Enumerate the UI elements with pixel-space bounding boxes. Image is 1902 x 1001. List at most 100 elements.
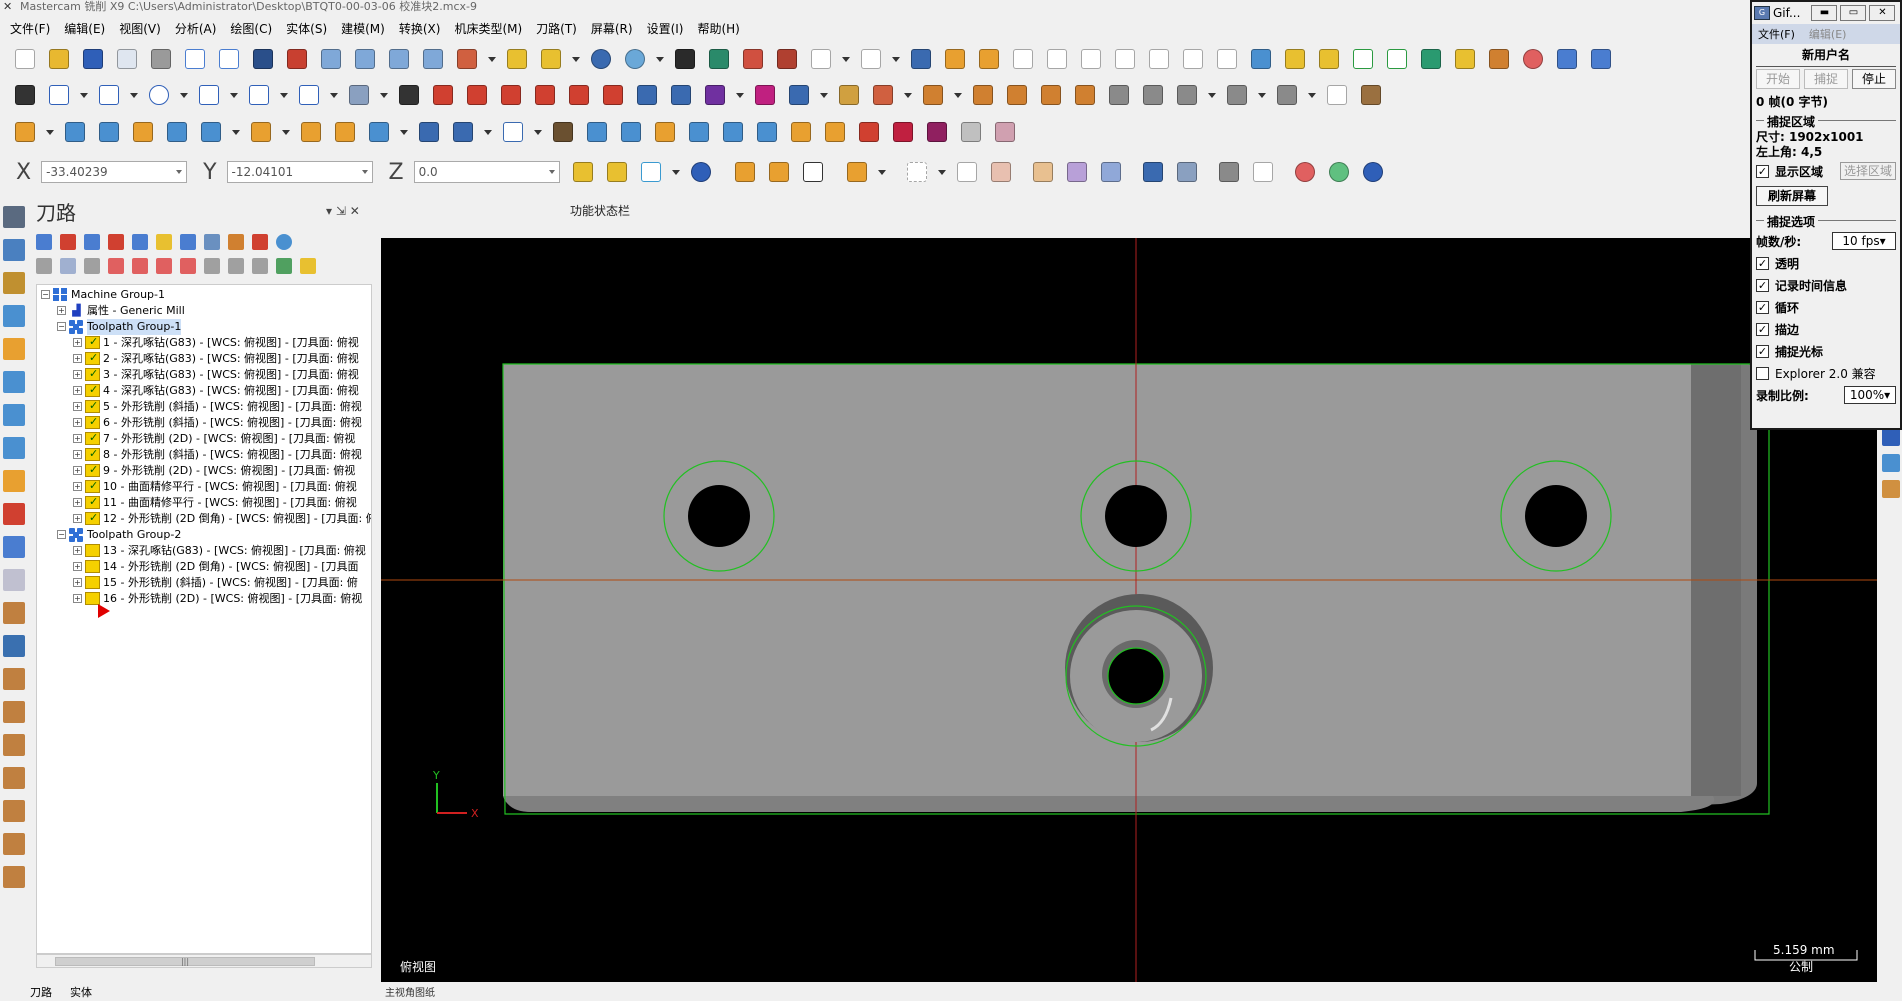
select-all-button[interactable] <box>762 157 796 187</box>
solid-shell-dropdown[interactable] <box>278 117 294 147</box>
solid-sweep-button[interactable] <box>92 117 126 147</box>
fillet-dropdown[interactable] <box>276 80 292 110</box>
regen-dirty-button[interactable] <box>156 234 172 250</box>
extrude-button[interactable] <box>916 80 950 110</box>
tree-operation[interactable]: + ✓ 7 - 外形铣削 (2D) - [WCS: 俯视图] - [刀具面: 俯视 <box>37 431 371 447</box>
contour-button[interactable] <box>3 338 25 360</box>
expand-icon[interactable]: + <box>73 482 82 491</box>
chain-select-button[interactable] <box>392 80 426 110</box>
move-up-button[interactable] <box>132 258 148 274</box>
toolpath-manager-button[interactable] <box>3 206 25 228</box>
draft-button[interactable] <box>832 80 866 110</box>
insert-position-arrow-icon[interactable] <box>98 604 110 618</box>
zoom-window-button[interactable] <box>280 44 314 74</box>
analyze-dist-button[interactable] <box>1074 44 1108 74</box>
refresh-screen-button[interactable]: 刷新屏幕 <box>1756 186 1828 206</box>
mirror-button[interactable] <box>528 80 562 110</box>
view-iso-button[interactable] <box>314 44 348 74</box>
solid-layout-button[interactable] <box>496 117 530 147</box>
point-op-button[interactable] <box>3 470 25 492</box>
close-button[interactable]: ✕ <box>1869 5 1896 21</box>
gif-menu-edit[interactable]: 编辑(E) <box>1809 26 1847 42</box>
tree-operation[interactable]: + ✓ 6 - 外形铣削 (斜插) - [WCS: 俯视图] - [刀具面: 俯视 <box>37 415 371 431</box>
trim-button[interactable] <box>1210 44 1244 74</box>
face-split-button[interactable] <box>750 117 784 147</box>
chain-button[interactable] <box>8 80 42 110</box>
window-select-dropdown[interactable] <box>934 157 950 187</box>
extend-button[interactable] <box>1278 44 1312 74</box>
maximize-button[interactable]: ▭ <box>1840 5 1867 21</box>
shaded-sphere-button[interactable] <box>618 44 652 74</box>
capture-button[interactable]: 捕捉 <box>1804 69 1848 89</box>
face-regen-button[interactable] <box>852 117 886 147</box>
menu-model[interactable]: 建模(M) <box>341 20 385 37</box>
spline-draw-button[interactable] <box>292 80 326 110</box>
stock-button[interactable] <box>1354 80 1388 110</box>
toggle-display-button[interactable] <box>60 258 76 274</box>
surface-finish-button[interactable] <box>3 635 25 657</box>
delete-entity-button[interactable] <box>770 44 804 74</box>
surface-rough-button[interactable] <box>3 602 25 624</box>
expand-icon[interactable]: + <box>73 466 82 475</box>
intersect-button[interactable] <box>866 80 900 110</box>
view-front-button[interactable] <box>382 44 416 74</box>
analyze-button[interactable] <box>1040 44 1074 74</box>
trim-surface-button[interactable] <box>1170 80 1204 110</box>
expand-icon[interactable]: + <box>57 306 66 315</box>
solid-extrude-button[interactable] <box>8 117 42 147</box>
face-pull-button[interactable] <box>886 117 920 147</box>
helix-button[interactable] <box>3 437 25 459</box>
mirror2-button[interactable] <box>630 80 664 110</box>
fast-point-button[interactable] <box>566 157 600 187</box>
scale-select[interactable]: 100%▾ <box>1844 386 1896 404</box>
menu-toolpaths[interactable]: 刀路(T) <box>536 20 577 37</box>
solid-extrude-dropdown[interactable] <box>42 117 58 147</box>
tree-operation[interactable]: + ✓ 11 - 曲面精修平行 - [WCS: 俯视图] - [刀具面: 俯视 <box>37 495 371 511</box>
tree-operation[interactable]: + ✓ 9 - 外形铣削 (2D) - [WCS: 俯视图] - [刀具面: 俯视 <box>37 463 371 479</box>
select-all-ops-button[interactable] <box>36 234 52 250</box>
spline-dropdown[interactable] <box>326 80 342 110</box>
collapse-icon[interactable]: − <box>57 530 66 539</box>
tree-operation[interactable]: + ✓ 1 - 深孔啄钻(G83) - [WCS: 俯视图] - [刀具面: 俯视 <box>37 335 371 351</box>
tree-toolpath-group-1[interactable]: − Toolpath Group-1 <box>37 319 371 335</box>
select-area-button[interactable]: 选择区域 <box>1839 162 1896 180</box>
break-button[interactable] <box>1244 44 1278 74</box>
roll-button[interactable] <box>698 80 732 110</box>
sum-button[interactable] <box>1006 44 1040 74</box>
scrollbar-thumb[interactable]: ||| <box>55 957 315 966</box>
ok-circle-button[interactable] <box>1322 157 1356 187</box>
solid-loft-button[interactable] <box>126 117 160 147</box>
select-failed-button[interactable] <box>84 234 100 250</box>
transparent-checkbox[interactable]: ✓ <box>1756 256 1769 270</box>
expand-icon[interactable]: + <box>73 546 82 555</box>
planes-dropdown[interactable] <box>484 44 500 74</box>
xform-button[interactable] <box>904 44 938 74</box>
tool-manager-button[interactable] <box>3 272 25 294</box>
x-coordinate-field[interactable]: -33.40239 <box>41 161 188 183</box>
menu-screen[interactable]: 屏幕(R) <box>591 20 633 37</box>
window-select-button[interactable] <box>900 157 934 187</box>
array-button[interactable] <box>748 80 782 110</box>
tree-horizontal-scrollbar[interactable]: ||| <box>36 954 372 968</box>
regen-selected-button[interactable] <box>132 234 148 250</box>
menu-view[interactable]: 视图(V) <box>119 20 161 37</box>
pointer-op-button[interactable] <box>3 569 25 591</box>
expand-icon[interactable]: + <box>73 386 82 395</box>
y-coordinate-field[interactable]: -12.04101 <box>226 161 373 183</box>
solid-remove-dropdown[interactable] <box>480 117 496 147</box>
spline-button[interactable] <box>1380 44 1414 74</box>
face-move-button[interactable] <box>614 117 648 147</box>
expand-icon[interactable]: + <box>73 338 82 347</box>
extrude-dropdown[interactable] <box>950 80 966 110</box>
highfeed-button[interactable] <box>252 234 268 250</box>
face-select2-button[interactable] <box>1060 157 1094 187</box>
trim-corner-button[interactable] <box>460 80 494 110</box>
analyze-contour-button[interactable] <box>1142 44 1176 74</box>
roll-dropdown[interactable] <box>732 80 748 110</box>
analyze-angle-button[interactable] <box>1108 44 1142 74</box>
parallel-line-button[interactable] <box>534 44 568 74</box>
select-chain-button[interactable] <box>728 157 762 187</box>
scroll-arrow-button[interactable] <box>180 258 196 274</box>
tree-operation[interactable]: +16 - 外形铣削 (2D) - [WCS: 俯视图] - [刀具面: 俯视 <box>37 591 371 607</box>
surface-pocket-button[interactable] <box>3 668 25 690</box>
